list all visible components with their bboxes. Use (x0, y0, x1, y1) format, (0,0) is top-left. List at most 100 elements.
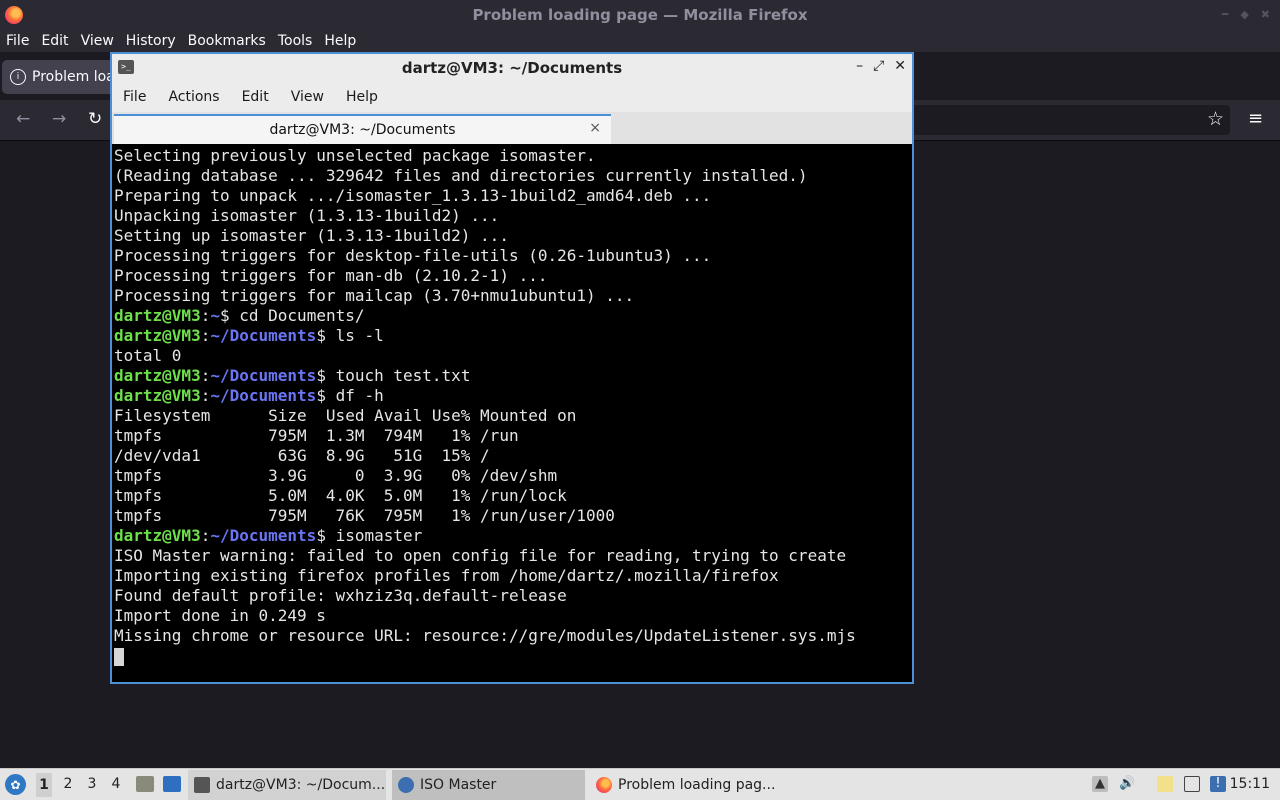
prompt-command: df -h (325, 386, 384, 405)
prompt-user: dartz@VM3 (114, 306, 201, 325)
minimize-icon[interactable]: ━ (1222, 8, 1229, 21)
show-desktop-icon[interactable] (163, 776, 181, 792)
terminal-prompt-line: dartz@VM3:~/Documents$ touch test.txt (114, 366, 471, 385)
start-menu-icon[interactable]: ✿ (5, 774, 26, 795)
prompt-path: ~/Documents (210, 326, 317, 345)
prompt-user: dartz@VM3 (114, 386, 201, 405)
terminal-output-line: Setting up isomaster (1.3.13-1build2) ..… (114, 226, 509, 245)
minimize-icon[interactable]: – (856, 58, 863, 74)
firefox-tab-label: Problem loa (32, 69, 115, 85)
clipboard-icon[interactable] (1157, 776, 1173, 792)
terminal-output-line: total 0 (114, 346, 182, 365)
terminal-output-line: Unpacking isomaster (1.3.13-1build2) ... (114, 206, 500, 225)
update-notifier-icon[interactable]: ! (1210, 776, 1226, 792)
firefox-titlebar: Problem loading page — Mozilla Firefox ━… (0, 0, 1280, 30)
prompt-command: touch test.txt (325, 366, 471, 385)
term-menu-help[interactable]: Help (335, 89, 389, 105)
terminal-window: >_ dartz@VM3: ~/Documents – ⤢ ✕ File Act… (110, 52, 914, 684)
taskbar-task-iso-master[interactable]: ISO Master (392, 770, 585, 800)
prompt-command: isomaster (325, 526, 423, 545)
firefox-menubar: File Edit View History Bookmarks Tools H… (0, 30, 1280, 52)
iso-master-icon (398, 777, 414, 793)
terminal-cursor-line (114, 646, 910, 666)
terminal-output-line: Processing triggers for desktop-file-uti… (114, 246, 712, 265)
terminal-output-line: tmpfs 795M 76K 795M 1% /run/user/1000 (114, 506, 615, 525)
prompt-user: dartz@VM3 (114, 526, 201, 545)
terminal-tab[interactable]: dartz@VM3: ~/Documents × (114, 114, 611, 144)
taskbar: ✿ 1 2 3 4 dartz@VM3: ~/Docum... ISO Mast… (0, 768, 1280, 800)
terminal-cursor (114, 647, 124, 666)
workspace-2[interactable]: 2 (60, 776, 76, 792)
close-icon[interactable]: ✕ (894, 58, 906, 74)
terminal-menubar: File Actions Edit View Help (112, 82, 912, 113)
firefox-window-controls: ━ ◆ ✖ (1222, 8, 1270, 21)
network-icon[interactable] (1184, 776, 1200, 792)
taskbar-task-firefox-label: Problem loading pag... (618, 777, 776, 793)
terminal-icon (194, 777, 210, 793)
workspace-3[interactable]: 3 (84, 776, 100, 792)
ff-menu-help[interactable]: Help (318, 33, 362, 49)
terminal-output-line: ISO Master warning: failed to open confi… (114, 546, 847, 565)
term-menu-actions[interactable]: Actions (157, 89, 230, 105)
terminal-output-line: Missing chrome or resource URL: resource… (114, 626, 856, 645)
ff-menu-history[interactable]: History (120, 33, 182, 49)
arrow-right-icon[interactable]: → (52, 109, 66, 129)
prompt-user: dartz@VM3 (114, 366, 201, 385)
prompt-command: cd Documents/ (229, 306, 365, 325)
firefox-window-title: Problem loading page — Mozilla Firefox (472, 6, 808, 24)
prompt-path: ~/Documents (210, 526, 317, 545)
prompt-path: ~/Documents (210, 386, 317, 405)
prompt-user: dartz@VM3 (114, 326, 201, 345)
firefox-icon (596, 777, 612, 793)
prompt-path: ~/Documents (210, 366, 317, 385)
clock[interactable]: 15:11 (1230, 776, 1270, 792)
terminal-prompt-line: dartz@VM3:~/Documents$ isomaster (114, 526, 423, 545)
taskbar-task-firefox[interactable]: Problem loading pag... (590, 770, 790, 800)
reload-icon[interactable]: ↻ (88, 109, 102, 129)
firefox-logo-icon (5, 6, 23, 24)
terminal-window-title: dartz@VM3: ~/Documents (401, 59, 623, 77)
prompt-command: ls -l (325, 326, 384, 345)
workspace-4[interactable]: 4 (108, 776, 124, 792)
volume-icon[interactable]: 🔊 (1119, 776, 1135, 792)
terminal-window-controls: – ⤢ ✕ (856, 58, 906, 74)
prompt-path: ~ (210, 306, 220, 325)
terminal-output-line: (Reading database ... 329642 files and d… (114, 166, 808, 185)
terminal-output-line: Preparing to unpack .../isomaster_1.3.13… (114, 186, 712, 205)
maximize-icon[interactable]: ◆ (1240, 8, 1248, 21)
term-menu-edit[interactable]: Edit (231, 89, 280, 105)
workspace-1[interactable]: 1 (36, 773, 52, 797)
taskbar-task-terminal-label: dartz@VM3: ~/Docum... (216, 777, 386, 793)
term-menu-view[interactable]: View (280, 89, 335, 105)
term-menu-file[interactable]: File (112, 89, 157, 105)
ff-menu-view[interactable]: View (75, 33, 120, 49)
ff-menu-edit[interactable]: Edit (35, 33, 74, 49)
terminal-output-line: /dev/vda1 63G 8.9G 51G 15% / (114, 446, 490, 465)
file-manager-icon[interactable] (136, 776, 154, 792)
terminal-output[interactable]: Selecting previously unselected package … (114, 146, 910, 682)
terminal-prompt-line: dartz@VM3:~/Documents$ df -h (114, 386, 384, 405)
ff-menu-bookmarks[interactable]: Bookmarks (182, 33, 272, 49)
maximize-icon[interactable]: ⤢ (873, 58, 884, 74)
terminal-titlebar[interactable]: >_ dartz@VM3: ~/Documents – ⤢ ✕ (112, 54, 912, 82)
terminal-output-line: Filesystem Size Used Avail Use% Mounted … (114, 406, 577, 425)
terminal-output-line: tmpfs 795M 1.3M 794M 1% /run (114, 426, 519, 445)
ff-menu-file[interactable]: File (0, 33, 35, 49)
hamburger-icon[interactable]: ≡ (1248, 108, 1263, 129)
ff-menu-tools[interactable]: Tools (272, 33, 319, 49)
taskbar-task-terminal[interactable]: dartz@VM3: ~/Docum... (188, 770, 386, 800)
arrow-left-icon[interactable]: ← (16, 109, 30, 129)
close-tab-icon[interactable]: × (589, 120, 601, 136)
terminal-output-line: tmpfs 5.0M 4.0K 5.0M 1% /run/lock (114, 486, 567, 505)
taskbar-task-iso-label: ISO Master (420, 777, 497, 793)
terminal-tab-label: dartz@VM3: ~/Documents (269, 122, 456, 138)
terminal-output-line: Processing triggers for man-db (2.10.2-1… (114, 266, 548, 285)
terminal-output-line: Import done in 0.249 s (114, 606, 326, 625)
terminal-output-line: Importing existing firefox profiles from… (114, 566, 779, 585)
star-icon[interactable]: ☆ (1207, 108, 1224, 130)
terminal-output-line: Found default profile: wxhziz3q.default-… (114, 586, 567, 605)
tray-up-arrow-icon[interactable]: ▲ (1092, 776, 1108, 792)
info-icon: i (10, 69, 26, 85)
terminal-tabbar: dartz@VM3: ~/Documents × (112, 112, 912, 144)
close-icon[interactable]: ✖ (1261, 8, 1270, 21)
